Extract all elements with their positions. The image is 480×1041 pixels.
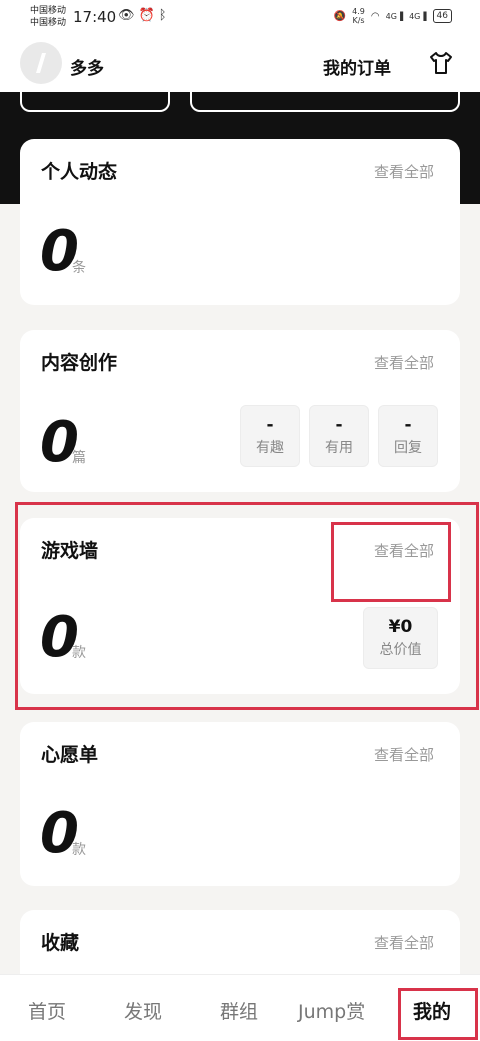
card-title: 个人动态: [41, 161, 118, 183]
signal-2: 4G▐: [409, 11, 427, 21]
net-speed-unit: K/s: [352, 16, 365, 25]
stat-value: -: [266, 415, 274, 435]
network-speed: 4.9 K/s: [352, 7, 365, 25]
signal-2-label: 4G: [409, 11, 421, 21]
signal-1: 4G▐: [385, 11, 404, 21]
clock: 17:40: [73, 8, 117, 26]
mute-icon: 🔕: [333, 10, 347, 22]
carrier-info: 中国移动 中国移动: [30, 5, 66, 29]
view-all-link[interactable]: 查看全部: [374, 352, 434, 373]
activity-unit: 条: [72, 260, 86, 276]
username[interactable]: 多多: [70, 54, 104, 79]
wishlist-card[interactable]: 心愿单 查看全部 0 款: [20, 722, 460, 886]
banner-button-right[interactable]: [190, 92, 460, 112]
avatar-logo-icon: [36, 53, 46, 73]
stat-label: 有趣: [256, 440, 284, 456]
stat-label: 回复: [394, 440, 422, 456]
bluetooth-icon: ᛒ: [158, 8, 171, 23]
card-title: 收藏: [41, 932, 80, 954]
banner-button-left[interactable]: [20, 92, 170, 112]
stat-value: -: [404, 415, 412, 435]
highlight-mine-tab: [398, 988, 478, 1040]
net-speed-value: 4.9: [352, 7, 365, 16]
stat-interesting[interactable]: - 有趣: [240, 405, 300, 467]
profile-header: 多多 我的订单: [0, 36, 480, 92]
my-orders-link[interactable]: 我的订单: [323, 54, 391, 79]
card-title: 内容创作: [41, 352, 118, 374]
stat-replies[interactable]: - 回复: [378, 405, 438, 467]
carrier-1: 中国移动: [30, 6, 67, 16]
nav-discover[interactable]: 发现: [124, 997, 162, 1024]
nav-groups[interactable]: 群组: [220, 997, 258, 1024]
status-bar: 中国移动 中国移动 17:40 👁⏰ᛒ 🔕 4.9 K/s ◠ 4G▐ 4G▐ …: [0, 0, 480, 36]
status-icons-right: 🔕 4.9 K/s ◠ 4G▐ 4G▐ 46: [334, 7, 452, 25]
status-icons-left: 👁⏰ᛒ: [118, 8, 171, 23]
carrier-2: 中国移动: [30, 18, 67, 28]
stat-value: -: [335, 415, 343, 435]
stat-useful[interactable]: - 有用: [309, 405, 369, 467]
view-all-link[interactable]: 查看全部: [374, 161, 434, 182]
stat-label: 有用: [325, 440, 353, 456]
activity-card[interactable]: 个人动态 查看全部 0 条: [20, 139, 460, 305]
wishlist-unit: 款: [72, 842, 86, 858]
view-all-link[interactable]: 查看全部: [374, 744, 434, 765]
wifi-icon: ◠: [370, 10, 380, 22]
nav-home[interactable]: 首页: [28, 997, 66, 1024]
signal-1-label: 4G: [385, 11, 397, 21]
nav-jump-reward[interactable]: Jump赏: [298, 997, 365, 1024]
card-title: 心愿单: [41, 744, 99, 766]
alarm-icon: ⏰: [138, 8, 159, 23]
battery-icon: 46: [432, 9, 452, 23]
content-unit: 篇: [72, 450, 86, 466]
tshirt-icon[interactable]: [428, 50, 454, 80]
avatar[interactable]: [20, 42, 62, 84]
eye-icon: 👁: [118, 8, 139, 23]
highlight-view-all: [331, 522, 451, 602]
content-card[interactable]: 内容创作 查看全部 0 篇 - 有趣 - 有用 - 回复: [20, 330, 460, 492]
view-all-link[interactable]: 查看全部: [374, 932, 434, 953]
